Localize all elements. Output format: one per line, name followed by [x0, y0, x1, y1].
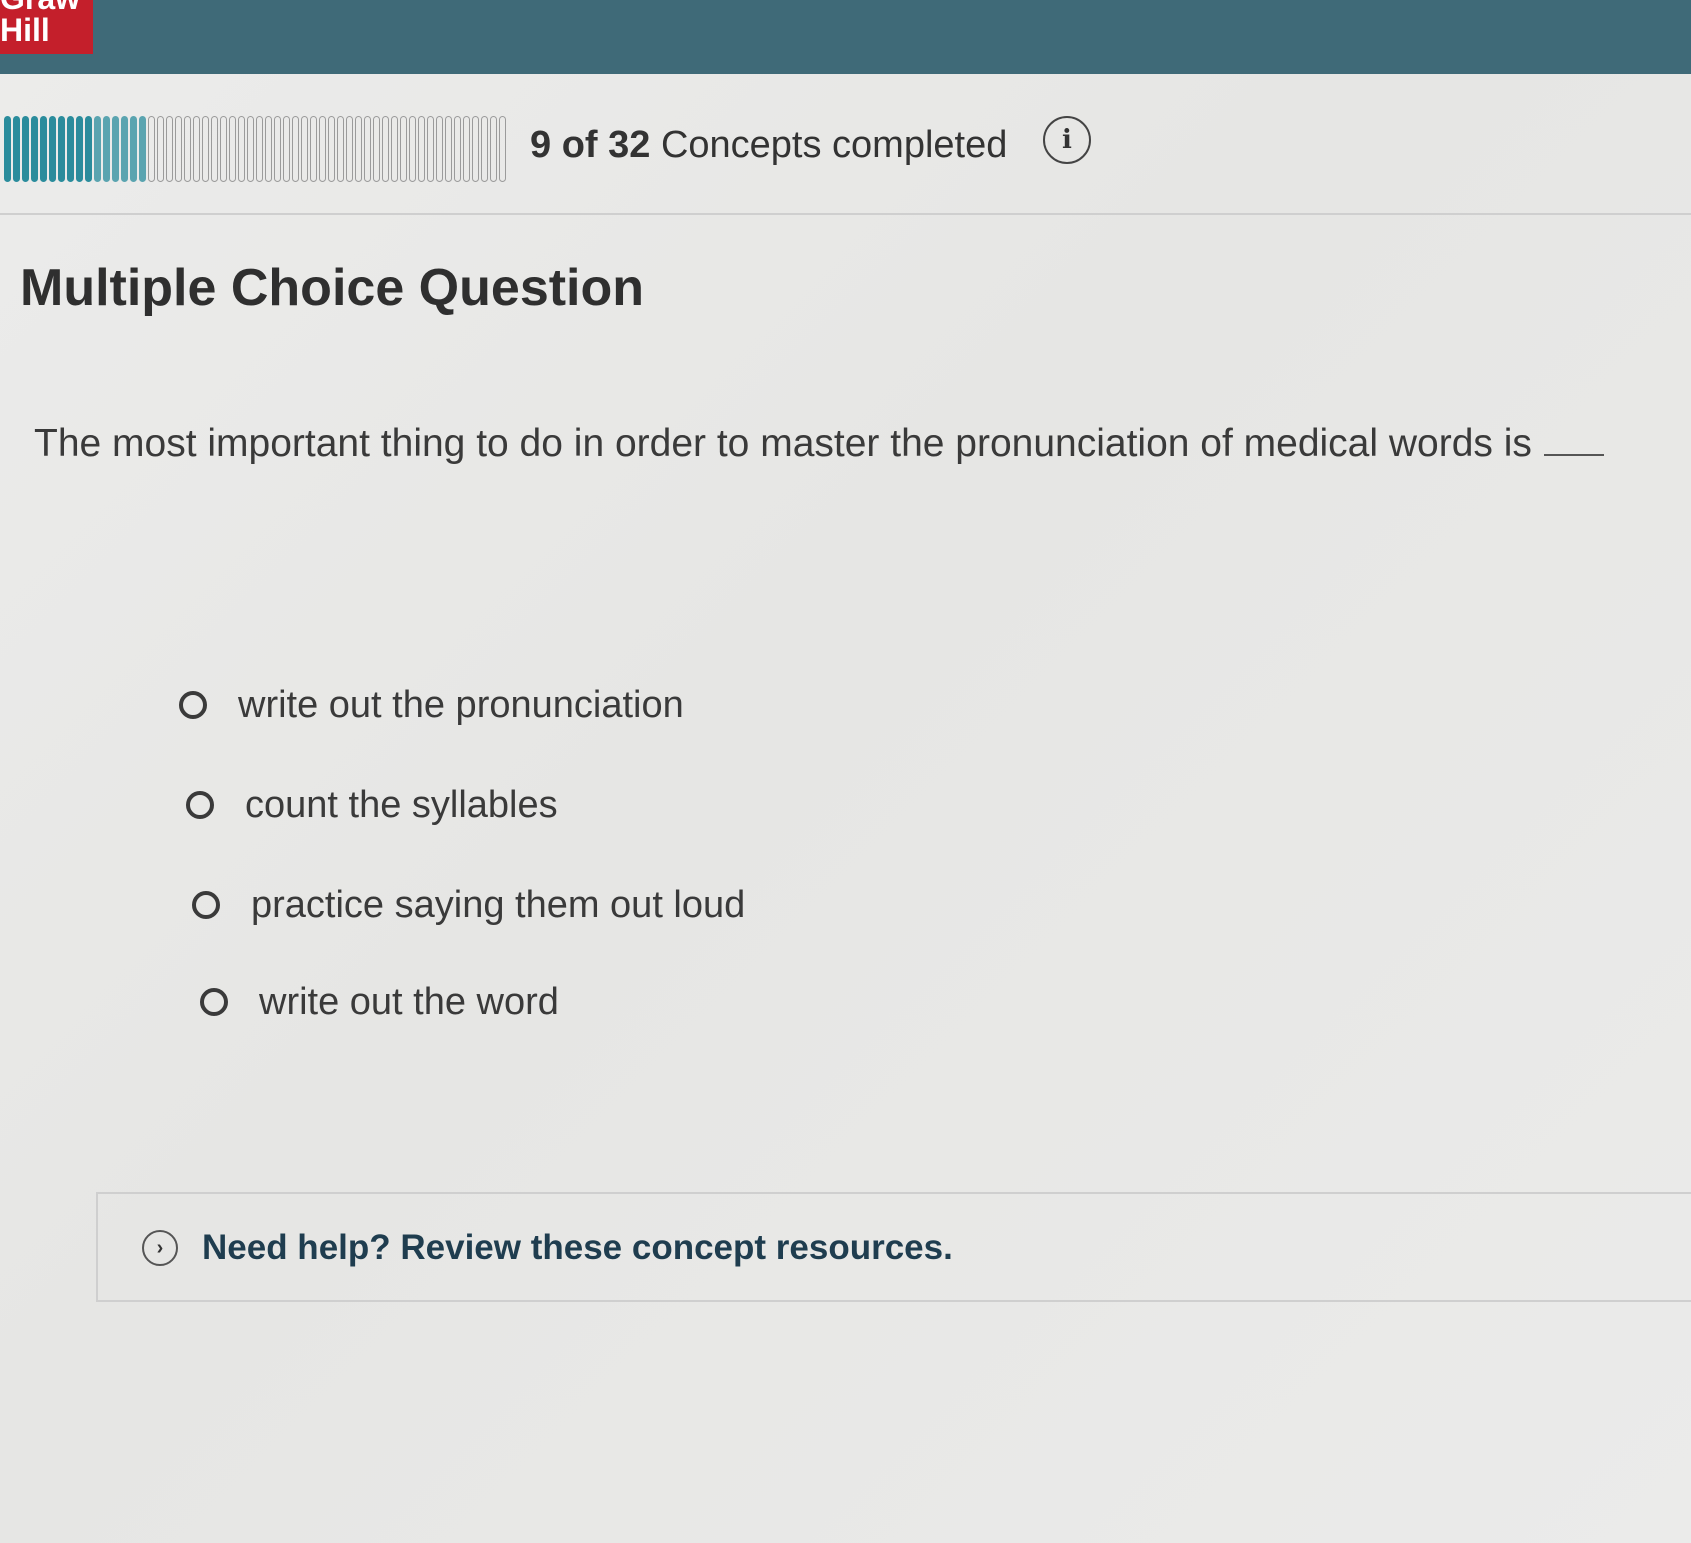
progress-segment: [436, 116, 443, 182]
header-divider: [0, 213, 1691, 215]
progress-segment: [157, 116, 164, 182]
progress-segment: [103, 116, 110, 182]
progress-segment: [445, 116, 452, 182]
answer-option[interactable]: count the syllables: [186, 780, 558, 830]
answer-option-label: write out the pronunciation: [238, 683, 684, 726]
progress-segment: [292, 116, 299, 182]
top-header: Graw Hill: [0, 0, 1691, 74]
progress-segment: [265, 116, 272, 182]
question-text: The most important thing to do in order …: [34, 422, 1532, 465]
progress-segment: [499, 116, 506, 182]
radio-button[interactable]: [179, 691, 207, 719]
progress-segment: [139, 116, 146, 182]
progress-segment: [76, 116, 83, 182]
progress-segment: [355, 116, 362, 182]
radio-button[interactable]: [186, 791, 214, 819]
progress-segment: [409, 116, 416, 182]
progress-segment: [256, 116, 263, 182]
progress-segment: [121, 116, 128, 182]
progress-segment: [4, 116, 11, 182]
progress-segment: [184, 116, 191, 182]
answer-option[interactable]: write out the word: [200, 977, 559, 1027]
radio-button[interactable]: [200, 988, 228, 1016]
progress-segment: [49, 116, 56, 182]
progress-segment: [175, 116, 182, 182]
progress-segment: [427, 116, 434, 182]
progress-segment: [301, 116, 308, 182]
progress-segment: [382, 116, 389, 182]
progress-segment: [346, 116, 353, 182]
progress-segment: [418, 116, 425, 182]
progress-segment: [454, 116, 461, 182]
progress-segment: [238, 116, 245, 182]
progress-segment: [22, 116, 29, 182]
progress-segment: [364, 116, 371, 182]
radio-button[interactable]: [192, 891, 220, 919]
info-icon[interactable]: i: [1043, 116, 1091, 164]
progress-segment: [373, 116, 380, 182]
progress-segment: [58, 116, 65, 182]
progress-segment: [391, 116, 398, 182]
progress-segment: [94, 116, 101, 182]
logo-text-bottom: Hill: [0, 12, 50, 48]
progress-segment: [166, 116, 173, 182]
progress-segment: [40, 116, 47, 182]
question-type-heading: Multiple Choice Question: [20, 259, 645, 317]
progress-segment: [490, 116, 497, 182]
mcgraw-hill-logo[interactable]: Graw Hill: [0, 0, 93, 54]
progress-segment: [67, 116, 74, 182]
concept-progress-bar: [4, 116, 506, 182]
answer-option-label: practice saying them out loud: [251, 883, 746, 926]
progress-count: 9 of 32: [530, 124, 651, 166]
answer-option[interactable]: practice saying them out loud: [192, 880, 745, 930]
progress-segment: [13, 116, 20, 182]
progress-segment: [229, 116, 236, 182]
progress-segment: [211, 116, 218, 182]
progress-segment: [337, 116, 344, 182]
progress-segment: [85, 116, 92, 182]
progress-segment: [283, 116, 290, 182]
progress-segment: [328, 116, 335, 182]
answer-option[interactable]: write out the pronunciation: [179, 680, 684, 730]
progress-segment: [472, 116, 479, 182]
progress-segment: [274, 116, 281, 182]
progress-label: Concepts completed: [660, 124, 1008, 166]
answer-blank: [1543, 454, 1604, 456]
answer-option-label: count the syllables: [245, 783, 558, 826]
help-resources-link[interactable]: › Need help? Review these concept resour…: [142, 1228, 953, 1268]
progress-segment: [112, 116, 119, 182]
chevron-right-icon: ›: [142, 1230, 178, 1266]
progress-segment: [148, 116, 155, 182]
answer-option-label: write out the word: [259, 980, 559, 1023]
progress-text: 9 of 32 Concepts completed: [530, 124, 1007, 167]
progress-segment: [31, 116, 38, 182]
question-prompt: The most important thing to do in order …: [34, 422, 1604, 466]
progress-section: 9 of 32 Concepts completed i: [0, 116, 1691, 186]
progress-segment: [463, 116, 470, 182]
help-resources-label: Need help? Review these concept resource…: [202, 1228, 953, 1267]
progress-segment: [220, 116, 227, 182]
progress-segment: [130, 116, 137, 182]
progress-segment: [310, 116, 317, 182]
progress-segment: [193, 116, 200, 182]
progress-segment: [481, 116, 488, 182]
progress-segment: [319, 116, 326, 182]
progress-segment: [247, 116, 254, 182]
progress-segment: [400, 116, 407, 182]
progress-segment: [202, 116, 209, 182]
